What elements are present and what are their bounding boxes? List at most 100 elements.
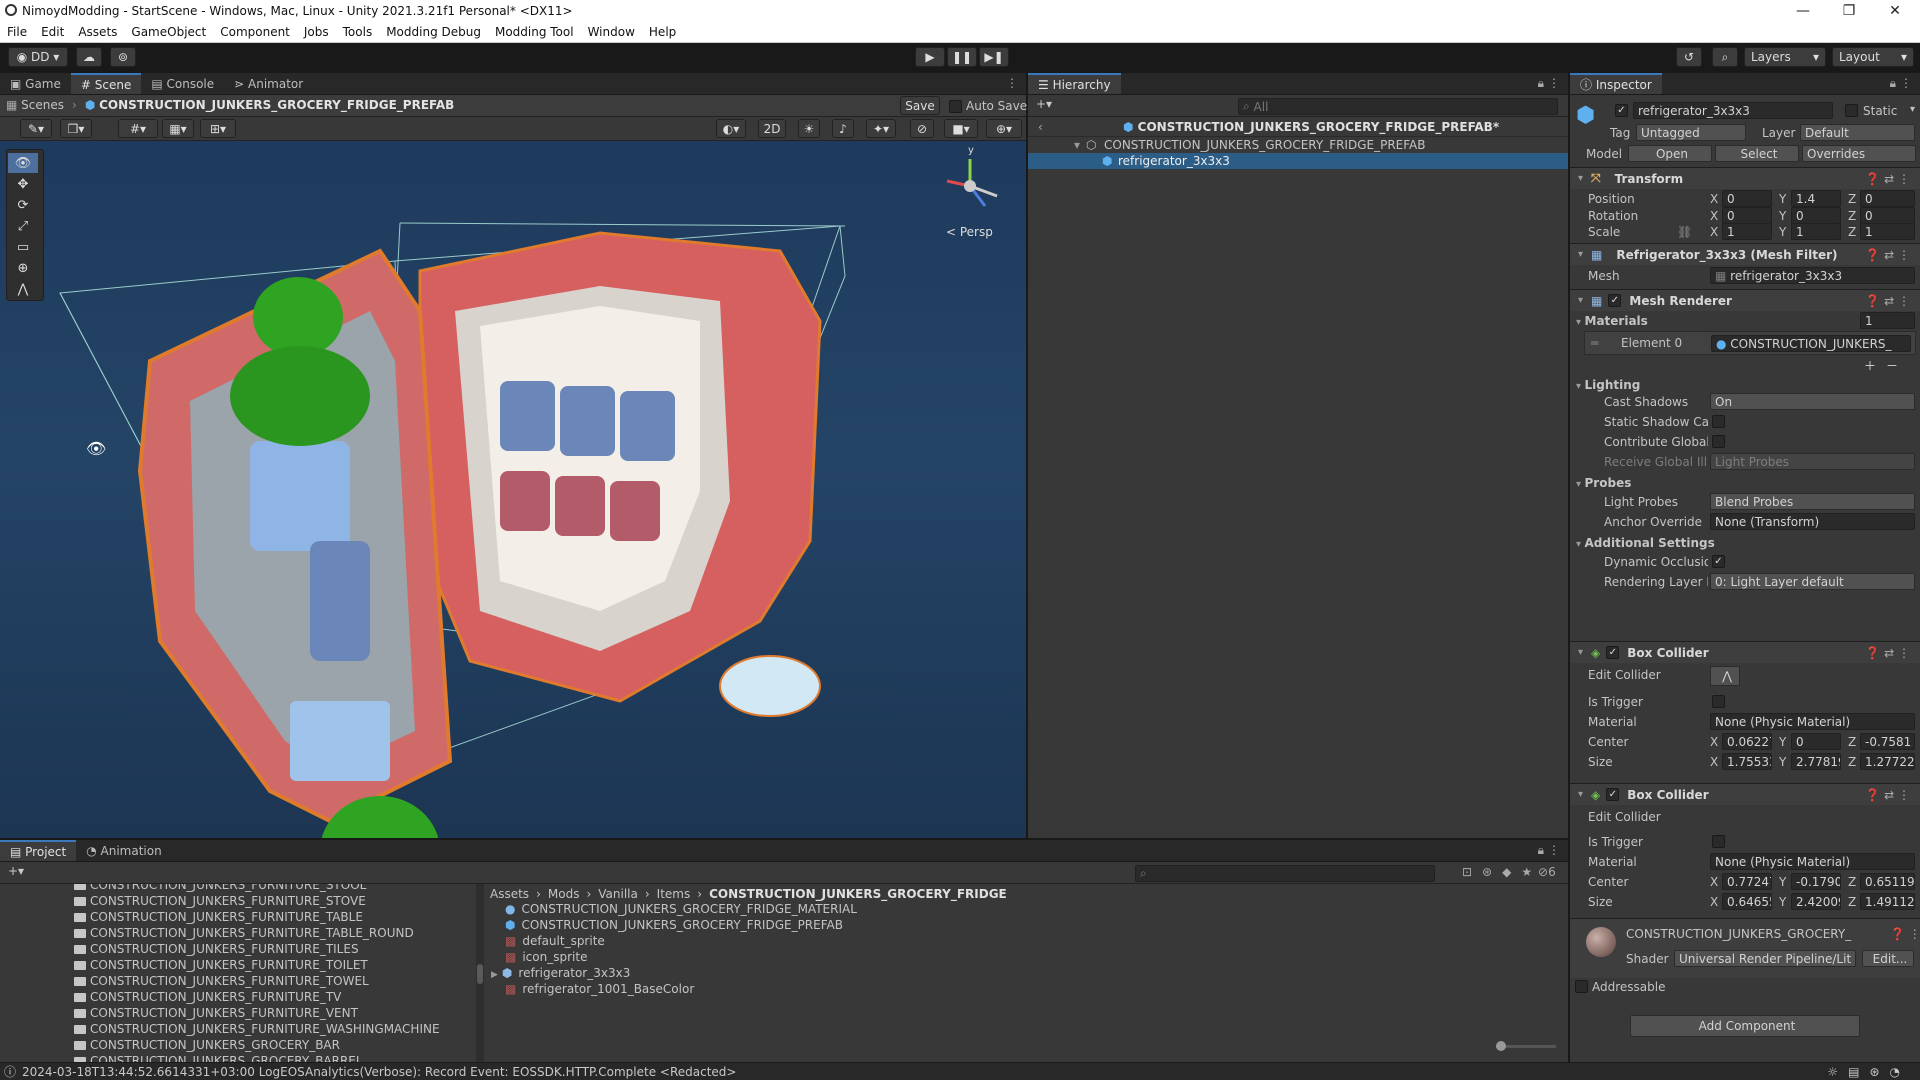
- enabled-checkbox[interactable]: ✓: [1606, 646, 1620, 659]
- folder-item[interactable]: CONSTRUCTION_JUNKERS_FURNITURE_STOOL: [0, 884, 477, 894]
- menu-tools[interactable]: Tools: [336, 22, 380, 39]
- hierarchy-item[interactable]: ▾ ⬡ CONSTRUCTION_JUNKERS_GROCERY_FRIDGE_…: [1028, 137, 1568, 153]
- tab-scene[interactable]: # Scene: [70, 73, 142, 94]
- rotation-z-field[interactable]: 0: [1860, 207, 1915, 224]
- breadcrumb-fridge[interactable]: CONSTRUCTION_JUNKERS_GROCERY_FRIDGE: [709, 887, 1007, 901]
- status-message[interactable]: 2024-03-18T13:44:52.6614331+03:00 LogEOS…: [22, 1065, 736, 1079]
- panel-menu-icon[interactable]: ⋮: [1900, 76, 1912, 90]
- scale-x-field[interactable]: 1: [1722, 223, 1772, 240]
- tab-animation[interactable]: ◔ Animation: [76, 840, 171, 861]
- edit-collider-button[interactable]: ⋀: [1710, 666, 1740, 686]
- zoom-slider-handle[interactable]: [1496, 1041, 1506, 1051]
- drag-handle-icon[interactable]: ═: [1591, 336, 1598, 350]
- menu-component[interactable]: Component: [213, 22, 297, 39]
- probes-label[interactable]: ▾ Probes: [1576, 476, 1631, 490]
- expand-icon[interactable]: ▾: [1578, 249, 1583, 260]
- scale-y-field[interactable]: 1: [1791, 223, 1841, 240]
- overrides-dropdown[interactable]: Overrides: [1802, 145, 1916, 162]
- cast-shadows-dropdown[interactable]: On: [1710, 393, 1915, 410]
- is-trigger-checkbox[interactable]: [1712, 835, 1725, 848]
- mode-2d-button[interactable]: 2D: [758, 119, 786, 138]
- minimize-button[interactable]: —: [1780, 0, 1826, 22]
- addressable-checkbox[interactable]: [1575, 980, 1588, 993]
- add-icon[interactable]: +▾: [1036, 97, 1052, 111]
- menu-help[interactable]: Help: [642, 22, 683, 39]
- search-icon[interactable]: ⌕: [1712, 47, 1738, 67]
- cloud-icon[interactable]: ☁: [76, 47, 102, 67]
- breadcrumb-vanilla[interactable]: Vanilla: [598, 887, 638, 901]
- persp-label[interactable]: < Persp: [946, 225, 993, 239]
- is-trigger-checkbox[interactable]: [1712, 695, 1725, 708]
- menu-window[interactable]: Window: [581, 22, 642, 39]
- scale-tool-icon[interactable]: ⤢: [8, 216, 38, 236]
- menu-file[interactable]: File: [0, 22, 34, 39]
- select-button[interactable]: Select: [1715, 145, 1799, 162]
- physic-material-field[interactable]: None (Physic Material): [1710, 713, 1915, 730]
- tab-game[interactable]: ▣ Game: [0, 73, 71, 94]
- folder-tree-scrollbar[interactable]: [476, 884, 484, 1062]
- project-search-input[interactable]: ⌕: [1135, 865, 1435, 882]
- menu-assets[interactable]: Assets: [71, 22, 124, 39]
- enabled-checkbox[interactable]: ✓: [1608, 294, 1622, 307]
- scale-z-field[interactable]: 1: [1860, 223, 1915, 240]
- transform-tool-icon[interactable]: ⊕: [8, 258, 38, 278]
- file-item[interactable]: ⬢ CONSTRUCTION_JUNKERS_GROCERY_FRIDGE_PRE…: [505, 918, 1305, 934]
- file-item[interactable]: ▩ default_sprite: [505, 934, 1305, 950]
- static-shadow-checkbox[interactable]: [1712, 415, 1725, 428]
- chevron-down-icon[interactable]: ▾: [1910, 104, 1915, 115]
- effects-icon[interactable]: ✦▾: [866, 119, 896, 138]
- center-x-field[interactable]: 0.77247: [1722, 873, 1772, 890]
- remove-element-button[interactable]: －: [1886, 357, 1898, 374]
- center-y-field[interactable]: 0: [1791, 733, 1841, 750]
- status-icons[interactable]: ☼▤⊛◔: [1827, 1065, 1910, 1079]
- hidden-packages-icon[interactable]: ⊘6: [1538, 865, 1556, 879]
- breadcrumb-mods[interactable]: Mods: [548, 887, 580, 901]
- size-y-field[interactable]: 2.77819: [1791, 753, 1841, 770]
- component-menu-icons[interactable]: ❓ ⇄ ⋮: [1865, 294, 1910, 308]
- tab-animator[interactable]: ⋗ Animator: [224, 73, 313, 94]
- position-x-field[interactable]: 0: [1722, 190, 1772, 207]
- folder-item[interactable]: CONSTRUCTION_JUNKERS_FURNITURE_VENT: [0, 1006, 477, 1022]
- scene-viewport[interactable]: 👁 ✥ ⟳ ⤢ ▭ ⊕ ⋀ 👁 y < Persp: [0, 141, 1026, 838]
- size-z-field[interactable]: 1.27722: [1860, 753, 1915, 770]
- close-button[interactable]: ✕: [1872, 0, 1918, 22]
- file-item[interactable]: ▩ refrigerator_1001_BaseColor: [505, 982, 1305, 998]
- breadcrumb-scenes[interactable]: Scenes: [21, 98, 64, 112]
- step-button[interactable]: ▶❚: [979, 47, 1009, 67]
- shading-icon[interactable]: ❒▾: [60, 119, 92, 138]
- dynamic-occlusion-checkbox[interactable]: ✓: [1712, 555, 1725, 568]
- lighting-label[interactable]: ▾ Lighting: [1576, 378, 1640, 392]
- anchor-override-field[interactable]: None (Transform): [1710, 513, 1915, 530]
- folder-item[interactable]: CONSTRUCTION_JUNKERS_FURNITURE_TILES: [0, 942, 477, 958]
- lock-icon[interactable]: 🔒︎: [1538, 843, 1544, 858]
- add-icon[interactable]: +▾: [8, 864, 24, 878]
- panel-menu-icon[interactable]: ⋮: [1548, 843, 1560, 857]
- meshrenderer-header[interactable]: ▾ ▦ ✓ Mesh Renderer ❓ ⇄ ⋮: [1570, 289, 1920, 311]
- account-dropdown[interactable]: ◉ DD ▾: [8, 47, 68, 67]
- filter-icons[interactable]: ⊡⊛◆★: [1462, 865, 1542, 879]
- expand-icon[interactable]: ▶: [491, 970, 498, 980]
- play-button[interactable]: ▶: [915, 47, 945, 67]
- expand-icon[interactable]: ▾: [1578, 647, 1583, 658]
- static-checkbox[interactable]: [1845, 104, 1858, 117]
- component-menu-icons[interactable]: ❓ ⇄ ⋮: [1865, 248, 1910, 262]
- back-icon[interactable]: ‹: [1038, 120, 1043, 134]
- add-element-button[interactable]: ＋: [1864, 357, 1876, 374]
- folder-item[interactable]: CONSTRUCTION_JUNKERS_FURNITURE_TABLE: [0, 910, 477, 926]
- receive-gi-dropdown[interactable]: Light Probes: [1710, 453, 1915, 470]
- center-x-field[interactable]: 0.06227: [1722, 733, 1772, 750]
- lock-icon[interactable]: 🔒︎: [1538, 76, 1544, 91]
- expand-icon[interactable]: ▾: [1578, 789, 1583, 800]
- box-collider-1-header[interactable]: ▾ ◈ ✓ Box Collider ❓ ⇄ ⋮: [1570, 641, 1920, 663]
- rendering-layer-dropdown[interactable]: 0: Light Layer default: [1710, 573, 1915, 590]
- breadcrumb-prefab[interactable]: CONSTRUCTION_JUNKERS_GROCERY_FRIDGE_PREF…: [99, 98, 454, 112]
- folder-item[interactable]: CONSTRUCTION_JUNKERS_FURNITURE_TABLE_ROU…: [0, 926, 477, 942]
- grid-snap-icon[interactable]: #▾: [118, 119, 158, 138]
- materials-count-field[interactable]: 1: [1860, 312, 1915, 329]
- link-icon[interactable]: ⛓: [1677, 225, 1692, 239]
- contribute-gi-checkbox[interactable]: [1712, 435, 1725, 448]
- layers-dropdown[interactable]: Layers ▾: [1744, 47, 1826, 67]
- light-probes-dropdown[interactable]: Blend Probes: [1710, 493, 1915, 510]
- expand-icon[interactable]: ▾: [1578, 173, 1583, 184]
- rect-tool-icon[interactable]: ▭: [8, 237, 38, 257]
